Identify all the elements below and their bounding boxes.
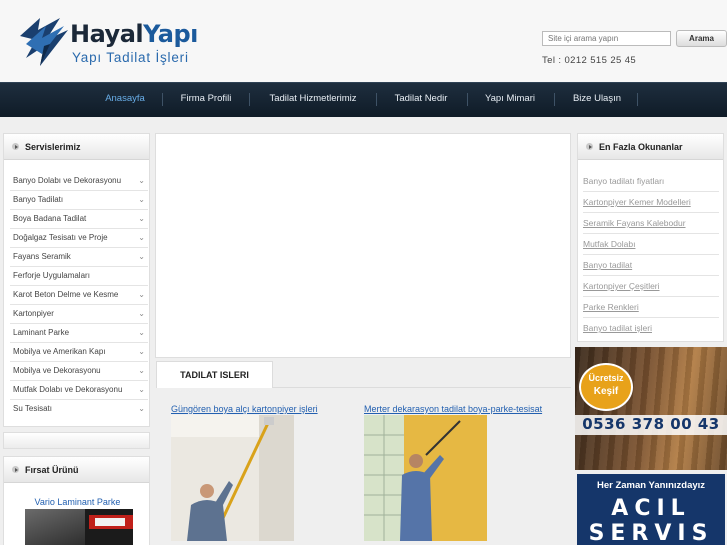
- nav-divider: [162, 93, 163, 106]
- tab-underline: [273, 387, 571, 388]
- most-read-link[interactable]: Banyo tadilat: [583, 255, 719, 276]
- logo-mark-icon: [20, 18, 68, 66]
- service-item[interactable]: Kartonpiyer ⌄: [10, 305, 148, 324]
- nav-item-firma-profili[interactable]: Firma Profili: [174, 83, 238, 116]
- nav-item-tadilat-nedir[interactable]: Tadilat Nedir: [388, 83, 454, 116]
- deal-panel: Fırsat Ürünü Vario Laminant Parke: [3, 456, 150, 545]
- service-item[interactable]: Banyo Dolabı ve Dekorasyonu ⌄: [10, 172, 148, 191]
- work-photo[interactable]: [364, 415, 487, 541]
- service-item[interactable]: Fayans Seramik ⌄: [10, 248, 148, 267]
- acil-text: ACIL: [611, 496, 691, 521]
- phone-number: Tel : 0212 515 25 45: [542, 55, 637, 66]
- tab-tadilat-isleri[interactable]: TADILAT ISLERI: [156, 361, 273, 388]
- painter-photo-image: [171, 415, 294, 541]
- service-item[interactable]: Mobilya ve Amerikan Kapı ⌄: [10, 343, 148, 362]
- free-survey-badge: Ücretsiz Keşif: [581, 365, 631, 409]
- most-read-link[interactable]: Banyo tadilat işleri: [583, 318, 719, 339]
- arrow-bullet-icon: [12, 466, 19, 473]
- brand-tagline: Yapı Tadilat İşleri: [72, 50, 189, 65]
- chevron-down-icon: ⌄: [138, 233, 145, 242]
- nav-item-anasayfa[interactable]: Anasayfa: [94, 83, 156, 116]
- service-item[interactable]: Boya Badana Tadilat ⌄: [10, 210, 148, 229]
- deal-title: Fırsat Ürünü: [25, 465, 79, 475]
- servis-text: SERVIS: [588, 521, 714, 545]
- painter-photo-image: [364, 415, 487, 541]
- ad-phone-number: 0536 378 00 43: [582, 415, 720, 433]
- most-read-link[interactable]: Kartonpiyer Kemer Modelleri: [583, 192, 719, 213]
- nav-divider: [249, 93, 250, 106]
- most-read-header: En Fazla Okunanlar: [578, 134, 723, 160]
- most-read-panel: En Fazla Okunanlar Banyo tadilatı fiyatl…: [577, 133, 724, 342]
- chevron-down-icon: ⌄: [138, 385, 145, 394]
- nav-divider: [554, 93, 555, 106]
- work-link[interactable]: Güngören boya alçı kartonpiyer işleri: [171, 404, 318, 414]
- services-panel: Servislerimiz Banyo Dolabı ve Dekorasyon…: [3, 133, 150, 427]
- services-header: Servislerimiz: [4, 134, 149, 160]
- work-photo[interactable]: [171, 415, 294, 541]
- search-button[interactable]: Arama: [676, 30, 727, 47]
- chevron-down-icon: ⌄: [138, 404, 145, 413]
- main-content-area: [155, 133, 571, 358]
- most-read-link[interactable]: Parke Renkleri: [583, 297, 719, 318]
- service-item[interactable]: Mobilya ve Dekorasyonu ⌄: [10, 362, 148, 381]
- nav-divider: [376, 93, 377, 106]
- service-item[interactable]: Ferforje Uygulamaları: [10, 267, 148, 286]
- chevron-down-icon: ⌄: [138, 366, 145, 375]
- work-link[interactable]: Merter dekarasyon tadilat boya-parke-tes…: [364, 404, 542, 414]
- nav-item-tadilat-hizmetlerimiz[interactable]: Tadilat Hizmetlerimiz: [262, 83, 364, 116]
- header: HayalYapı Yapı Tadilat İşleri Arama Tel …: [0, 0, 727, 82]
- arrow-bullet-icon: [586, 143, 593, 150]
- free-survey-ad[interactable]: Ücretsiz Keşif 0536 378 00 43: [575, 347, 727, 470]
- chevron-down-icon: ⌄: [138, 176, 145, 185]
- deal-product-link[interactable]: Vario Laminant Parke: [4, 497, 151, 507]
- most-read-link[interactable]: Mutfak Dolabı: [583, 234, 719, 255]
- chevron-down-icon: ⌄: [138, 328, 145, 337]
- chevron-down-icon: ⌄: [138, 309, 145, 318]
- most-read-link[interactable]: Kartonpiyer Çeşitleri: [583, 276, 719, 297]
- services-title: Servislerimiz: [25, 142, 81, 152]
- chevron-down-icon: ⌄: [138, 195, 145, 204]
- chevron-down-icon: ⌄: [138, 252, 145, 261]
- chevron-down-icon: ⌄: [138, 214, 145, 223]
- main-nav: Anasayfa Firma Profili Tadilat Hizmetler…: [0, 82, 727, 117]
- logo[interactable]: HayalYapı Yapı Tadilat İşleri: [16, 14, 216, 74]
- service-item[interactable]: Karot Beton Delme ve Kesme ⌄: [10, 286, 148, 305]
- service-item[interactable]: Mutfak Dolabı ve Dekorasyonu ⌄: [10, 381, 148, 400]
- nav-divider: [467, 93, 468, 106]
- deal-product-image[interactable]: [25, 509, 133, 545]
- nav-divider: [637, 93, 638, 106]
- service-item[interactable]: Laminant Parke ⌄: [10, 324, 148, 343]
- most-read-link[interactable]: Banyo tadilatı fiyatları: [583, 171, 719, 192]
- most-read-link[interactable]: Seramik Fayans Kalebodur: [583, 213, 719, 234]
- deal-header: Fırsat Ürünü: [4, 457, 149, 483]
- chevron-down-icon: ⌄: [138, 290, 145, 299]
- nav-item-bize-ulasin[interactable]: Bize Ulaşın: [566, 83, 628, 116]
- search-input[interactable]: [542, 31, 671, 46]
- service-item[interactable]: Su Tesisatı ⌄: [10, 400, 148, 419]
- arrow-bullet-icon: [12, 143, 19, 150]
- emergency-service-ad[interactable]: Her Zaman Yanınızdayız ACIL SERVIS: [577, 474, 725, 545]
- brand-name: HayalYapı: [70, 20, 198, 48]
- separator-panel: [3, 432, 150, 449]
- chevron-down-icon: ⌄: [138, 347, 145, 356]
- nav-item-yapi-mimari[interactable]: Yapı Mimari: [478, 83, 542, 116]
- service-item[interactable]: Doğalgaz Tesisatı ve Proje ⌄: [10, 229, 148, 248]
- service-item[interactable]: Banyo Tadilatı ⌄: [10, 191, 148, 210]
- most-read-title: En Fazla Okunanlar: [599, 142, 683, 152]
